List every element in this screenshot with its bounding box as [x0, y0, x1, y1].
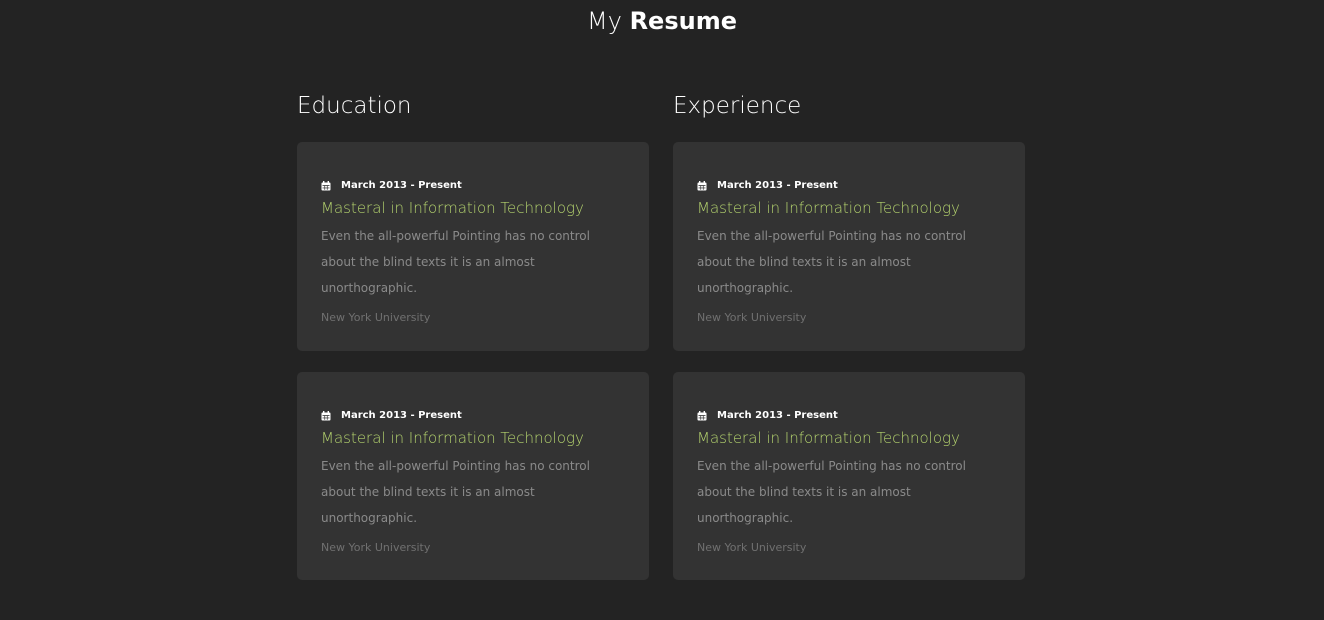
degree-title: Masteral in Information Technology — [321, 199, 584, 217]
date-text: March 2013 - Present — [717, 410, 838, 421]
description: Even the all-powerful Pointing has no co… — [321, 229, 590, 295]
school-name: New York University — [321, 541, 431, 554]
calendar-icon — [697, 411, 707, 421]
page-title: My Resume — [0, 5, 1324, 37]
date-line: March 2013 - Present — [697, 180, 1001, 192]
page-title-light: My — [587, 7, 622, 35]
degree-title: Masteral in Information Technology — [697, 429, 960, 447]
school-name: New York University — [697, 311, 807, 324]
date-text: March 2013 - Present — [717, 180, 838, 191]
calendar-icon — [697, 181, 707, 191]
date-line: March 2013 - Present — [697, 410, 1001, 422]
date-line: March 2013 - Present — [321, 410, 625, 422]
education-heading: Education — [297, 93, 412, 119]
degree-title: Masteral in Information Technology — [697, 199, 960, 217]
experience-card: March 2013 - Present Masteral in Informa… — [673, 372, 1025, 580]
description: Even the all-powerful Pointing has no co… — [697, 459, 966, 525]
page-title-bold: Resume — [629, 7, 737, 35]
degree-title: Masteral in Information Technology — [321, 429, 584, 447]
school-name: New York University — [697, 541, 807, 554]
description: Even the all-powerful Pointing has no co… — [321, 459, 590, 525]
education-section: Education March 2013 - Present Masteral … — [297, 90, 649, 580]
experience-heading: Experience — [673, 93, 802, 119]
date-text: March 2013 - Present — [341, 180, 462, 191]
description: Even the all-powerful Pointing has no co… — [697, 229, 966, 295]
date-line: March 2013 - Present — [321, 180, 625, 192]
calendar-icon — [321, 411, 331, 421]
experience-card: March 2013 - Present Masteral in Informa… — [673, 142, 1025, 351]
calendar-icon — [321, 181, 331, 191]
education-card: March 2013 - Present Masteral in Informa… — [297, 142, 649, 351]
experience-section: Experience March 2013 - Present Masteral… — [673, 90, 1025, 580]
education-card: March 2013 - Present Masteral in Informa… — [297, 372, 649, 580]
date-text: March 2013 - Present — [341, 410, 462, 421]
school-name: New York University — [321, 311, 431, 324]
